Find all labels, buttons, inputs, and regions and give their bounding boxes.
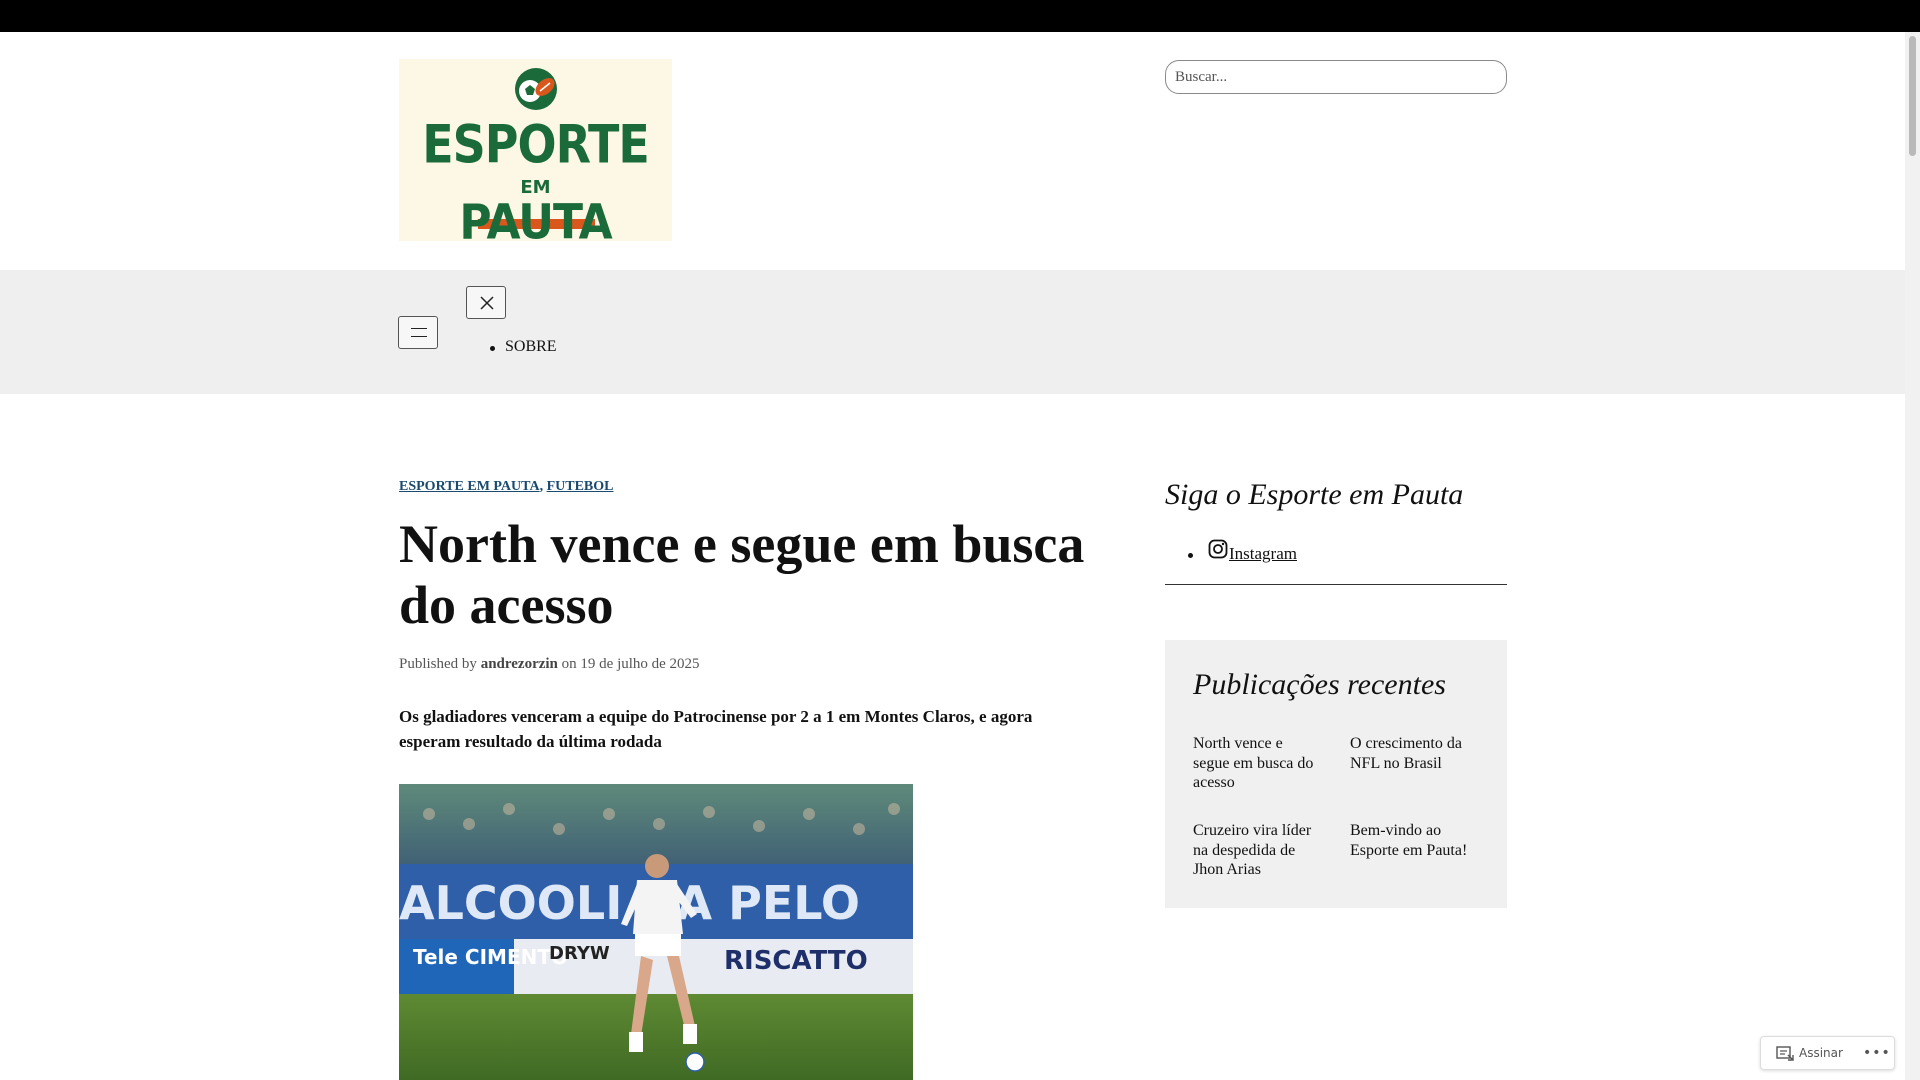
- banner-ad-left: Tele CIMENTO: [413, 945, 568, 969]
- instagram-link[interactable]: Instagram: [1229, 544, 1297, 564]
- logo-text-line1: ESPORTE: [422, 112, 650, 176]
- subscribe-button[interactable]: Assinar •••: [1760, 1036, 1895, 1070]
- post-featured-image: ALCOOLI DA PELO Tele CIMENTO DRYW RISCAT…: [399, 784, 913, 1080]
- recent-post-link[interactable]: O crescimento da NFL no Brasil: [1350, 734, 1490, 773]
- hamburger-icon-line: [411, 336, 427, 337]
- banner-ad-right: RISCATTO: [724, 946, 868, 976]
- more-options-button[interactable]: •••: [1863, 1045, 1891, 1061]
- logo-text-line3: PAUTA: [459, 194, 612, 241]
- nav-item-sobre[interactable]: SOBRE: [505, 338, 557, 356]
- stadium-photo: ALCOOLI DA PELO Tele CIMENTO DRYW RISCAT…: [399, 784, 913, 1080]
- widget-divider: [1165, 584, 1507, 585]
- category-link-esporte-em-pauta[interactable]: ESPORTE EM PAUTA: [399, 479, 540, 494]
- navigation-bar: [0, 270, 1905, 394]
- instagram-icon[interactable]: [1208, 539, 1228, 559]
- social-widget-title: Siga o Esporte em Pauta: [1165, 478, 1464, 511]
- post-date[interactable]: 19 de julho de 2025: [580, 656, 699, 672]
- post-title: North vence e segue em busca do acesso: [399, 514, 1085, 635]
- search-input[interactable]: [1165, 60, 1507, 94]
- reader-icon: [1776, 1046, 1794, 1061]
- recent-post-link[interactable]: Cruzeiro vira líder na despedida de Jhon…: [1193, 821, 1323, 880]
- category-separator: ,: [539, 479, 544, 494]
- post-excerpt: Os gladiadores venceram a equipe do Patr…: [399, 707, 1033, 751]
- social-bullet: [1188, 553, 1193, 558]
- post-categories: ESPORTE EM PAUTA, FUTEBOL: [399, 479, 613, 495]
- post-byline: Published by andrezorzin on 19 de julho …: [399, 656, 700, 673]
- recent-posts-widget: Publicações recentes North vence e segue…: [1165, 640, 1507, 908]
- admin-top-bar: [0, 0, 1920, 32]
- byline-prefix: Published by: [399, 656, 477, 672]
- banner-ad-mid: DRYW: [549, 943, 610, 964]
- recent-post-link[interactable]: North vence e segue em busca do acesso: [1193, 734, 1323, 793]
- page-scrollbar[interactable]: [1905, 32, 1920, 1080]
- subscribe-label: Assinar: [1799, 1046, 1843, 1060]
- byline-on: on: [561, 656, 577, 672]
- menu-close-button[interactable]: [466, 286, 506, 319]
- recent-posts-title: Publicações recentes: [1193, 668, 1446, 701]
- scrollbar-thumb[interactable]: [1909, 36, 1916, 156]
- close-icon: [480, 296, 494, 310]
- nav-bullet: [490, 346, 495, 351]
- site-logo[interactable]: ESPORTE EM PAUTA: [399, 59, 672, 241]
- recent-post-link[interactable]: Bem-vindo ao Esporte em Pauta!: [1350, 821, 1490, 860]
- post-author-link[interactable]: andrezorzin: [481, 656, 558, 672]
- hamburger-icon: [411, 328, 427, 329]
- menu-open-button[interactable]: [398, 316, 438, 349]
- category-link-futebol[interactable]: FUTEBOL: [547, 479, 614, 494]
